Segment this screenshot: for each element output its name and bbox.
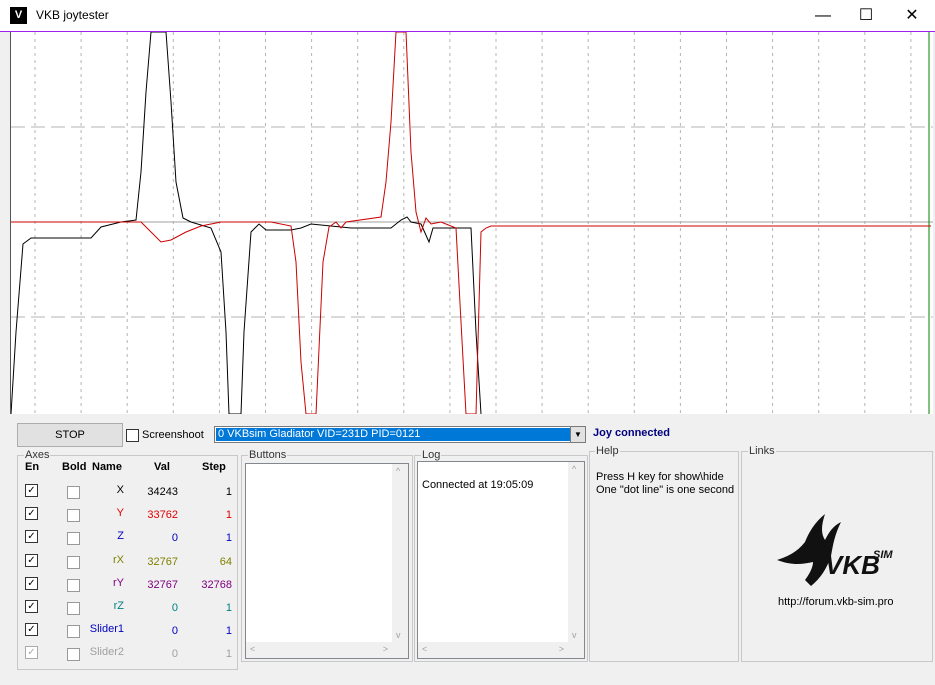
axis-bold-checkbox[interactable] <box>67 509 80 523</box>
buttons-hscrollbar[interactable]: < > <box>246 642 392 658</box>
screenshot-label: Screenshoot <box>142 429 204 441</box>
axis-step: 1 <box>225 648 232 661</box>
logo-text: VKB <box>825 550 880 580</box>
axis-bold-checkbox[interactable] <box>67 625 80 639</box>
chevron-up-icon[interactable]: ^ <box>396 466 400 476</box>
axis-enable-checkbox[interactable]: ✓ <box>25 623 38 637</box>
axis-enable-checkbox[interactable]: ✓ <box>25 553 38 567</box>
axis-value: 0 <box>171 648 178 661</box>
axis-graph-plot <box>10 31 933 415</box>
axis-bold-checkbox[interactable] <box>67 486 80 499</box>
log-text: Connected at 19:05:09 <box>422 479 534 491</box>
header-step: Step <box>202 461 226 473</box>
chevron-down-icon[interactable]: v <box>396 630 401 640</box>
axis-name: rZ <box>113 600 124 612</box>
axis-name: rY <box>113 576 124 589</box>
axis-enable-checkbox[interactable]: ✓ <box>25 507 38 521</box>
axis-name: Slider1 <box>89 623 124 636</box>
title-bar: V VKB joytester — ☐ ✕ <box>0 0 935 32</box>
axis-value: 32767 <box>147 578 178 591</box>
axis-name: Y <box>116 507 124 520</box>
chevron-down-icon[interactable]: v <box>572 630 577 640</box>
connection-status: Joy connected <box>593 427 671 439</box>
chevron-down-icon[interactable]: ▼ <box>570 427 585 442</box>
axis-value: 0 <box>171 625 178 638</box>
header-val: Val <box>154 461 170 473</box>
buttons-list[interactable]: ^ v < > <box>245 463 409 659</box>
chevron-left-icon[interactable]: < <box>250 644 255 654</box>
device-selected-value: 0 VKBsim Gladiator VID=231D PID=0121 <box>216 428 570 441</box>
axis-enable-checkbox[interactable]: ✓ <box>25 576 38 590</box>
axis-bold-checkbox[interactable] <box>67 532 80 546</box>
logo-sup: SIM <box>873 549 893 561</box>
log-vscrollbar[interactable]: ^ v <box>568 462 584 658</box>
axis-step: 32768 <box>201 578 232 591</box>
axes-group-title: Axes <box>24 449 51 461</box>
log-group-title: Log <box>421 449 442 461</box>
help-group-title: Help <box>595 445 620 457</box>
header-name: Name <box>92 461 122 473</box>
window-title: VKB joytester <box>36 8 109 22</box>
links-group-title: Links <box>748 445 776 457</box>
vkb-sim-logo[interactable]: VKB SIM <box>775 512 905 595</box>
axis-step: 1 <box>225 602 232 614</box>
axis-name: rX <box>113 553 124 566</box>
buttons-vscrollbar[interactable]: ^ v <box>392 464 408 658</box>
axis-enable-checkbox[interactable]: ✓ <box>25 530 38 544</box>
axis-step: 1 <box>225 509 232 522</box>
axis-step: 1 <box>225 532 232 545</box>
axis-step: 1 <box>225 486 232 498</box>
app-window: V VKB joytester — ☐ ✕ STOP Screenshoot 0… <box>0 0 935 685</box>
trace-y-axis <box>11 31 931 415</box>
help-line-1: Press H key for show\hide <box>596 471 724 483</box>
chevron-up-icon[interactable]: ^ <box>572 464 576 474</box>
vkb-app-icon: V <box>10 7 27 24</box>
axis-name: Z <box>117 530 124 543</box>
axis-value: 34243 <box>147 486 178 498</box>
close-button[interactable]: ✕ <box>889 0 935 31</box>
forum-link[interactable]: http://forum.vkb-sim.pro <box>778 596 894 608</box>
header-en: En <box>25 461 40 473</box>
axis-bold-checkbox[interactable] <box>67 602 80 615</box>
device-select[interactable]: 0 VKBsim Gladiator VID=231D PID=0121 ▼ <box>214 426 586 443</box>
chevron-left-icon[interactable]: < <box>422 644 427 654</box>
axis-bold-checkbox[interactable] <box>67 555 80 569</box>
axis-value: 0 <box>171 532 178 545</box>
log-textbox[interactable]: Connected at 19:05:09 ^ v < > <box>417 461 585 659</box>
screenshot-checkbox[interactable] <box>126 429 139 442</box>
chevron-right-icon[interactable]: > <box>383 644 388 654</box>
axis-enable-checkbox[interactable]: ✓ <box>25 484 38 497</box>
axis-bold-checkbox[interactable] <box>67 648 80 662</box>
buttons-group-title: Buttons <box>248 449 288 461</box>
stop-button[interactable]: STOP <box>17 423 123 447</box>
axis-step: 64 <box>219 555 232 568</box>
log-hscrollbar[interactable]: < > <box>418 642 568 658</box>
bird-icon: VKB SIM <box>777 514 893 586</box>
header-bold: Bold <box>62 461 87 473</box>
help-line-2: One "dot line" is one second <box>596 484 735 496</box>
axis-step: 1 <box>225 625 232 638</box>
axis-bold-checkbox[interactable] <box>67 578 80 592</box>
axis-value: 33762 <box>147 509 178 522</box>
time-gridlines <box>34 32 912 414</box>
chevron-right-icon[interactable]: > <box>559 644 564 654</box>
maximize-button[interactable]: ☐ <box>843 0 889 31</box>
axis-name: Slider2 <box>89 646 124 659</box>
axis-graph <box>10 31 933 415</box>
minimize-button[interactable]: — <box>800 0 846 31</box>
axis-enable-checkbox[interactable]: ✓ <box>25 600 38 613</box>
axis-value: 0 <box>171 602 178 614</box>
axis-value: 32767 <box>147 555 178 568</box>
axis-enable-checkbox[interactable]: ✓ <box>25 646 38 660</box>
axis-name: X <box>116 484 124 496</box>
